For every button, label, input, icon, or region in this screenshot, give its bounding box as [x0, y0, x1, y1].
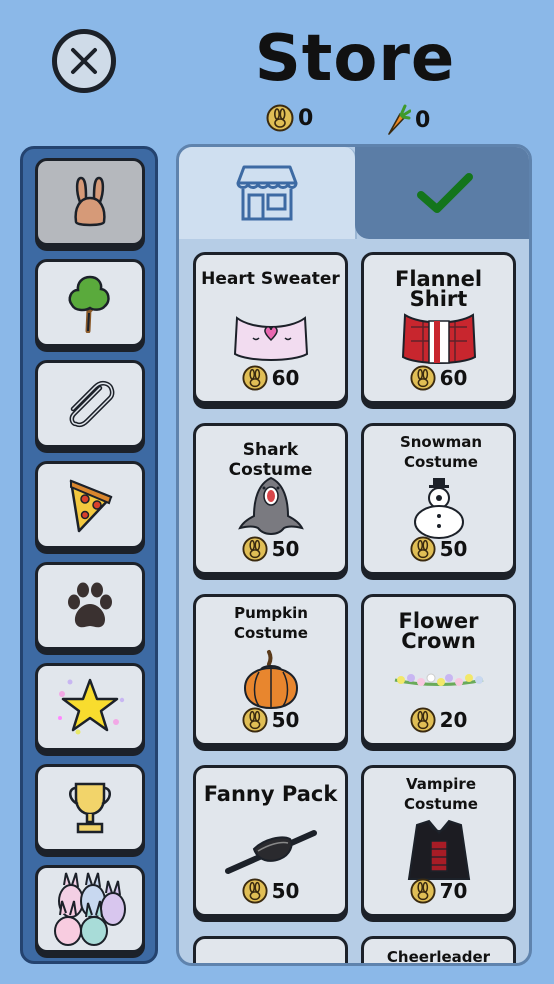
fanny-pack-icon	[224, 830, 317, 874]
item-card-flower-crown[interactable]: Flower Crown 20	[361, 594, 516, 746]
category-tree[interactable]	[35, 259, 145, 347]
category-trophy[interactable]	[35, 764, 145, 852]
flower-crown-icon	[394, 673, 483, 686]
category-bunny[interactable]	[35, 158, 145, 246]
category-paperclip[interactable]	[35, 360, 145, 448]
checkmark-icon	[417, 173, 473, 213]
bunny-group-icon	[54, 872, 126, 946]
item-name: Snowman Costume	[399, 433, 483, 471]
category-sidebar	[20, 146, 158, 964]
item-card-flannel-shirt[interactable]: Flannel Shirt 60	[361, 252, 516, 404]
category-effects[interactable]	[35, 663, 145, 751]
close-icon	[71, 48, 97, 74]
coin-icon	[242, 707, 268, 733]
item-price: 50	[439, 537, 468, 561]
coin-icon	[410, 707, 436, 733]
item-price: 50	[271, 879, 300, 903]
trophy-icon	[69, 782, 111, 834]
item-card-shark-costume[interactable]: Shark Costume 50	[193, 423, 348, 575]
tab-owned[interactable]	[355, 147, 529, 239]
item-card-cheerleader[interactable]: Cheerleader	[361, 936, 516, 966]
carrot-count: 0	[415, 107, 431, 133]
coin-balance: 0	[266, 104, 313, 132]
category-friends[interactable]	[35, 865, 145, 953]
item-price: 70	[439, 879, 468, 903]
coin-icon	[410, 878, 436, 904]
vampire-costume-icon	[407, 819, 470, 880]
item-card-heart-sweater[interactable]: Heart Sweater 60	[193, 252, 348, 404]
coin-icon	[266, 104, 294, 132]
paw-icon	[68, 582, 112, 628]
item-name: Fanny Pack	[203, 782, 338, 806]
item-name: Cheerleader	[386, 948, 491, 966]
pizza-icon	[69, 479, 113, 533]
coin-count: 0	[298, 105, 314, 131]
item-price: 50	[271, 537, 300, 561]
item-price: 20	[439, 708, 468, 732]
item-card-partial[interactable]	[193, 936, 348, 963]
snowman-costume-icon	[413, 478, 464, 539]
heart-sweater-icon	[233, 316, 308, 361]
item-card-snowman-costume[interactable]: Snowman Costume 50	[361, 423, 516, 575]
flannel-shirt-icon	[401, 313, 476, 364]
item-card-fanny-pack[interactable]: Fanny Pack 50	[193, 765, 348, 917]
bunny-icon	[74, 176, 106, 227]
close-button[interactable]	[52, 29, 116, 93]
category-food[interactable]	[35, 461, 145, 549]
item-name: Pumpkin Costume	[234, 604, 308, 642]
paperclip-icon	[69, 380, 115, 428]
carrot-icon	[388, 104, 411, 135]
star-icon	[58, 678, 125, 735]
item-card-vampire-costume[interactable]: Vampire Costume 70	[361, 765, 516, 917]
coin-icon	[242, 536, 268, 562]
item-price: 60	[439, 366, 468, 390]
pumpkin-costume-icon	[243, 650, 298, 710]
item-price: 50	[271, 708, 300, 732]
store-panel: Heart Sweater 60 Flannel Shirt 60 Shark …	[176, 144, 532, 966]
tree-icon	[68, 275, 110, 333]
carrot-balance: 0	[385, 104, 430, 136]
shark-costume-icon	[237, 476, 304, 535]
coin-icon	[410, 536, 436, 562]
item-name: Heart Sweater	[201, 269, 340, 289]
coin-icon	[242, 365, 268, 391]
tab-store[interactable]	[179, 147, 357, 239]
item-name: Vampire Costume	[404, 775, 478, 813]
coin-icon	[410, 365, 436, 391]
coin-icon	[242, 878, 268, 904]
category-pets[interactable]	[35, 562, 145, 650]
item-price: 60	[271, 366, 300, 390]
page-title: Store	[254, 22, 456, 96]
storefront-icon	[236, 165, 298, 221]
item-card-pumpkin-costume[interactable]: Pumpkin Costume 50	[193, 594, 348, 746]
item-grid: Heart Sweater 60 Flannel Shirt 60 Shark …	[179, 239, 529, 966]
